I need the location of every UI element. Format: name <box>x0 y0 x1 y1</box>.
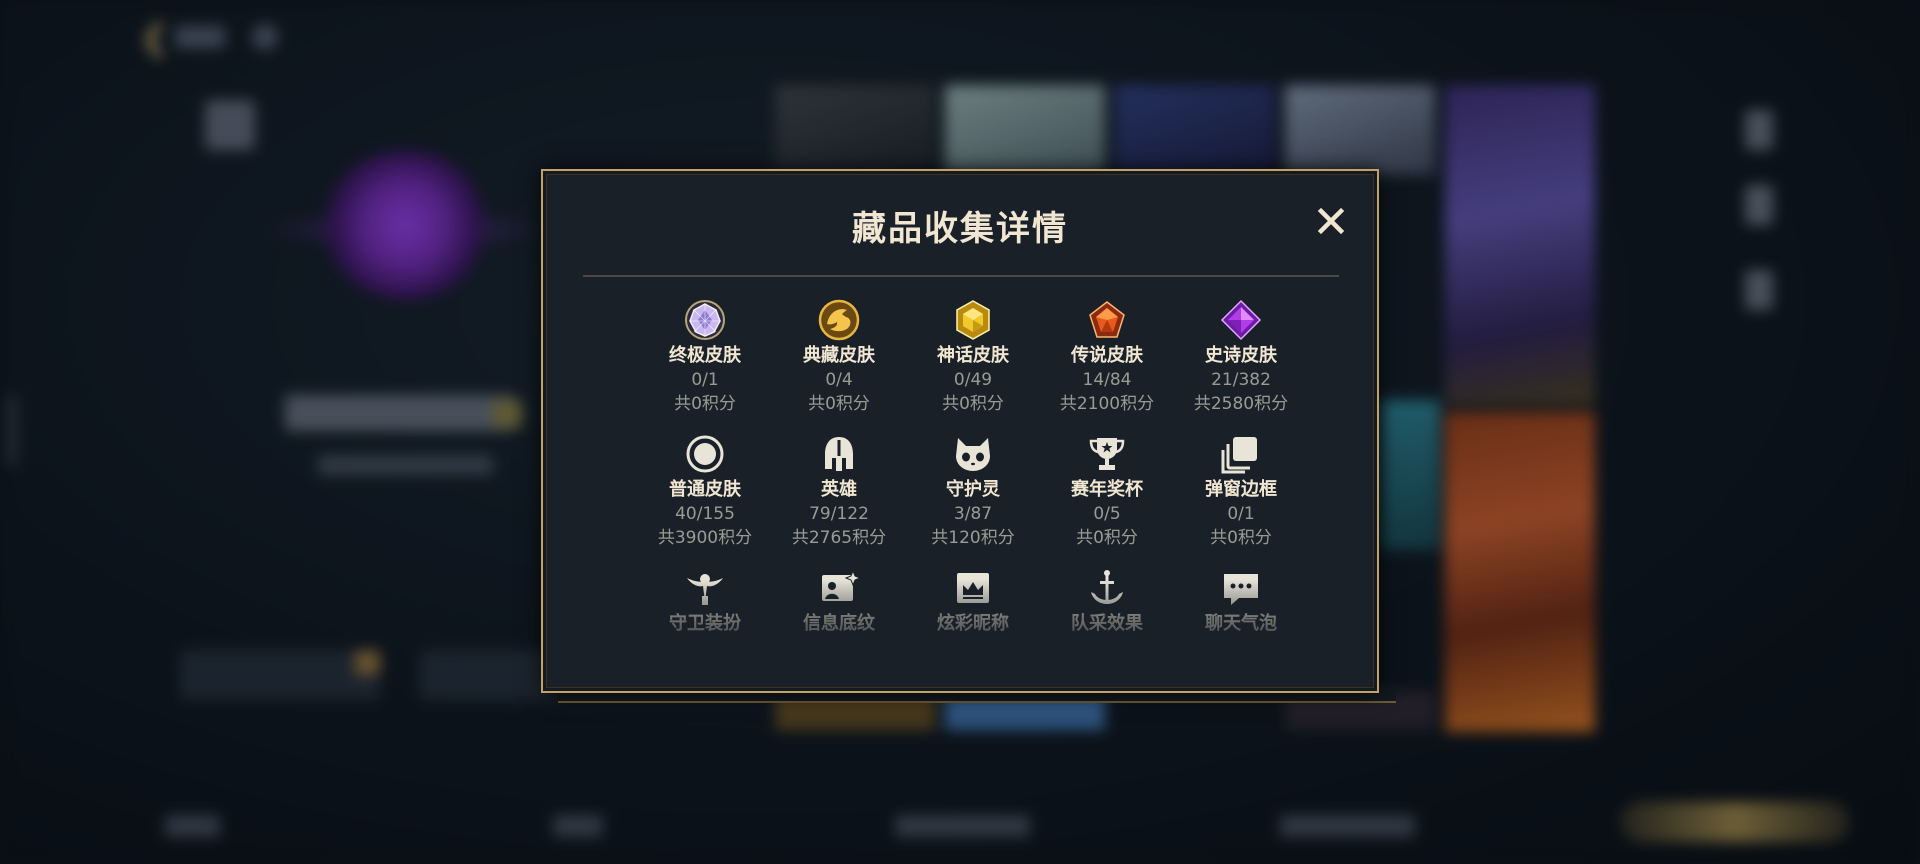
dialog-title: 藏品收集详情 <box>852 209 1068 249</box>
collection-item-little-legend: 守护灵 3/87 共120积分 <box>906 432 1040 550</box>
crown-nameplate-icon <box>957 573 989 603</box>
collection-item-nameplate: 炫彩昵称 <box>906 566 1040 636</box>
champion-helmet-icon <box>825 437 853 471</box>
title-divider <box>583 275 1339 277</box>
chat-bubble-icon <box>1224 574 1258 605</box>
collection-item-effect: 队采效果 <box>1040 566 1174 636</box>
ultimate-skin-gem-icon <box>685 300 725 340</box>
collection-item-trophy: 赛年奖杯 0/5 共0积分 <box>1040 432 1174 550</box>
collection-details-dialog: 藏品收集详情 终极皮肤 0/1 共0积分 典藏皮肤 0/4 共0积分 神话皮肤 … <box>541 169 1379 693</box>
standard-skin-circle-icon <box>686 435 724 473</box>
collection-item-prestige-skin: 典藏皮肤 0/4 共0积分 <box>772 298 906 416</box>
collection-item-epic-skin: 史诗皮肤 21/382 共2580积分 <box>1174 298 1308 416</box>
collection-item-champion: 英雄 79/122 共2765积分 <box>772 432 906 550</box>
mythic-skin-gem-icon <box>956 300 990 340</box>
collection-item-ultimate-skin: 终极皮肤 0/1 共0积分 <box>638 298 772 416</box>
legendary-skin-gem-icon <box>1089 301 1125 338</box>
close-button[interactable] <box>1309 199 1353 243</box>
collection-item-banner: 信息底纹 <box>772 566 906 636</box>
frame-squares-icon <box>1221 437 1257 474</box>
trophy-icon <box>1089 438 1125 470</box>
banner-image-icon <box>822 569 861 601</box>
collection-item-frame: 弹窗边框 0/1 共0积分 <box>1174 432 1308 550</box>
anchor-effect-icon <box>1091 570 1123 604</box>
little-legend-icon <box>956 438 990 471</box>
epic-skin-gem-icon <box>1220 299 1262 341</box>
collection-item-chat-bubble: 聊天气泡 <box>1174 566 1308 636</box>
collection-item-ward-skin: 守卫装扮 <box>638 566 772 636</box>
collection-grid: 终极皮肤 0/1 共0积分 典藏皮肤 0/4 共0积分 神话皮肤 0/49 共0… <box>638 298 1308 638</box>
collection-item-standard-skin: 普通皮肤 40/155 共3900积分 <box>638 432 772 550</box>
collection-item-mythic-skin: 神话皮肤 0/49 共0积分 <box>906 298 1040 416</box>
collection-item-legendary-skin: 传说皮肤 14/84 共2100积分 <box>1040 298 1174 416</box>
close-icon[interactable] <box>1309 199 1353 243</box>
ward-skin-icon <box>687 574 723 605</box>
prestige-skin-dragon-icon <box>818 299 860 341</box>
